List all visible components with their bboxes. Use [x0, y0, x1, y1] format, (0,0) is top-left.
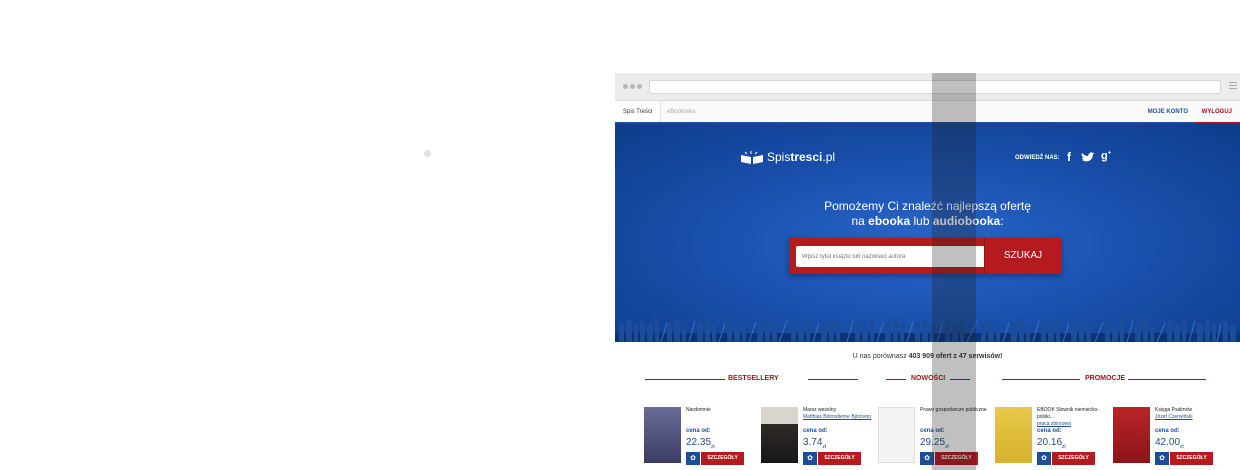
search-box: SZUKAJ [789, 238, 1061, 274]
search-button[interactable]: SZUKAJ [984, 238, 1061, 274]
paw-icon[interactable]: ✿ [803, 452, 817, 465]
browser-window: Spis Treści eBookteka MOJE KONTO WYLOGUJ… [615, 73, 1240, 470]
details-button[interactable]: SZCZEGÓŁY [818, 452, 861, 465]
search-input[interactable] [796, 246, 988, 267]
top-navigation: Spis Treści eBookteka MOJE KONTO WYLOGUJ [615, 101, 1240, 124]
address-bar[interactable] [649, 80, 1221, 94]
price-label: cena od: [920, 428, 945, 434]
stats-text: U nas porównasz 403 909 ofert z 47 serwi… [852, 353, 1003, 360]
details-button[interactable]: SZCZEGÓŁY [1170, 452, 1213, 465]
paw-icon[interactable]: ✿ [1155, 452, 1169, 465]
details-button[interactable]: SZCZEGÓŁY [935, 452, 978, 465]
section-title-bestsellers[interactable]: BESTSELLERY [728, 375, 779, 382]
product-title[interactable]: Księga Psalmów Józef Czerwiński [1155, 407, 1227, 421]
social-label: ODWIEDŹ NAS: [1015, 155, 1060, 161]
product-price: 20.16zł [1037, 437, 1066, 450]
section-promocje-header: PROMOCJE [1002, 372, 1206, 386]
tab-ebookteka[interactable]: eBookteka [659, 101, 703, 122]
product-price: 42.00zł [1155, 437, 1184, 450]
product-price: 29.25zł [920, 437, 949, 450]
facebook-icon[interactable]: f [1067, 150, 1071, 164]
book-cover[interactable] [1113, 407, 1150, 463]
product-card: Niezłomnie cena od: 22.35zł ✿ SZCZEGÓŁY [644, 404, 762, 470]
product-card: EBOOK Słownik niemiecko-polski... praca z… [995, 404, 1113, 470]
product-price: 3.74zł [803, 437, 827, 450]
paw-icon[interactable]: ✿ [920, 452, 934, 465]
price-label: cena od: [1155, 428, 1180, 434]
window-controls[interactable] [623, 84, 644, 89]
paw-icon[interactable]: ✿ [686, 452, 700, 465]
price-label: cena od: [1037, 428, 1062, 434]
section-title-nowosci[interactable]: NOWOŚCI [911, 375, 945, 382]
product-price: 22.35zł [686, 437, 715, 450]
browser-chrome [615, 73, 1240, 101]
product-title[interactable]: EBOOK Słownik niemiecko-polski... praca z… [1037, 407, 1109, 428]
price-label: cena od: [686, 428, 711, 434]
hero-banner: Spistresci.pl ODWIEDŹ NAS: f g+ Pomożemy… [615, 124, 1240, 342]
tagline: Pomożemy Ci znaleźć najlepszą ofertę na … [824, 199, 1031, 228]
browser-menu-icon[interactable] [1229, 82, 1237, 91]
twitter-icon[interactable] [1081, 152, 1095, 163]
details-button[interactable]: SZCZEGÓŁY [1052, 452, 1095, 465]
my-account-link[interactable]: MOJE KONTO [1139, 101, 1196, 124]
product-title[interactable]: Prawo gospodarcze publiczne [920, 407, 992, 414]
decorative-dot [424, 150, 431, 157]
book-cover[interactable] [644, 407, 681, 463]
google-plus-icon[interactable]: g+ [1101, 150, 1111, 162]
details-button[interactable]: SZCZEGÓŁY [701, 452, 744, 465]
book-cover[interactable] [761, 407, 798, 463]
product-title[interactable]: Niezłomnie [686, 407, 758, 414]
product-title[interactable]: Marsz weselny Matthias Biörnstierne Björn… [803, 407, 875, 421]
product-card: Marsz weselny Matthias Biörnstierne Björn… [761, 404, 879, 470]
book-cover[interactable] [995, 407, 1032, 463]
product-card: Księga Psalmów Józef Czerwiński cena od: … [1113, 404, 1231, 470]
logout-link[interactable]: WYLOGUJ [1193, 101, 1240, 124]
section-bestsellers-header: BESTSELLERY [645, 372, 858, 386]
price-label: cena od: [803, 428, 828, 434]
tab-spis-tresci[interactable]: Spis Treści [615, 101, 662, 122]
section-nowosci-header: NOWOŚCI [886, 372, 970, 386]
book-cover[interactable] [878, 407, 915, 463]
paw-icon[interactable]: ✿ [1037, 452, 1051, 465]
open-book-icon [741, 151, 763, 164]
book-shelf-illustration [615, 319, 1240, 342]
section-title-promocje[interactable]: PROMOCJE [1085, 375, 1125, 382]
product-card: Prawo gospodarcze publiczne cena od: 29.… [878, 404, 996, 470]
